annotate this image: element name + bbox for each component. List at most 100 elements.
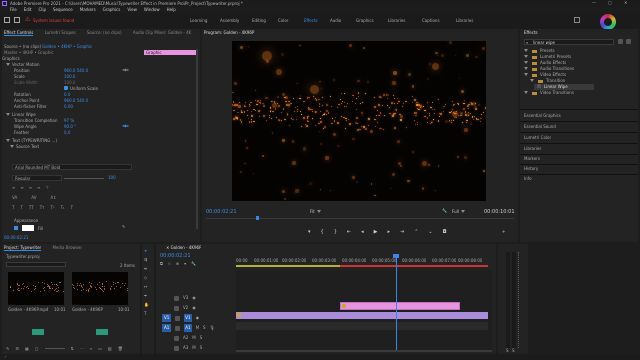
small-caps-icon[interactable]: Tт xyxy=(40,205,45,211)
graphic-clip-strip[interactable]: Graphic xyxy=(144,50,196,55)
play-icon[interactable]: ▶ xyxy=(374,229,378,235)
track-select-tool-icon[interactable]: ⇶ xyxy=(144,257,149,262)
automate-icon[interactable]: ⋯ xyxy=(80,346,84,351)
leading-icon[interactable]: A↕ xyxy=(50,195,56,201)
close-button[interactable]: ✕ xyxy=(624,0,627,5)
text-top-icon[interactable]: ⊤ xyxy=(45,185,48,191)
faux-italic-icon[interactable]: T xyxy=(20,205,22,211)
eyedropper-icon[interactable]: ✎ xyxy=(122,224,125,229)
mark-in-icon[interactable]: { xyxy=(321,229,324,235)
a1-lock-icon[interactable] xyxy=(175,326,181,331)
all-caps-icon[interactable]: TT xyxy=(29,205,34,211)
extract-icon[interactable]: ⌄ xyxy=(428,229,432,235)
v2-eye-icon[interactable]: ◉ xyxy=(192,304,196,312)
feather-value[interactable]: 0.0 xyxy=(64,130,70,135)
workspace-learning[interactable]: Learning xyxy=(190,18,220,23)
icon-view-icon[interactable]: ▦ xyxy=(25,346,29,351)
playhead-line[interactable] xyxy=(396,256,397,352)
underline-icon[interactable]: T xyxy=(71,205,73,211)
video-clip[interactable] xyxy=(236,312,488,319)
project-search-field[interactable] xyxy=(6,262,66,267)
v3-lock-icon[interactable] xyxy=(174,296,179,301)
solo-left-button[interactable]: S xyxy=(506,348,509,353)
tab-media-browser[interactable]: Media Browser xyxy=(52,245,82,250)
font-size-slider[interactable] xyxy=(64,178,104,179)
align-left-icon[interactable]: ≡ xyxy=(12,185,15,191)
kerning-icon[interactable]: AV xyxy=(31,195,36,201)
v1-lock-icon[interactable] xyxy=(175,316,181,321)
track-a3[interactable]: A3 M S xyxy=(160,344,234,352)
step-back-icon[interactable]: ◂ xyxy=(361,229,364,235)
subscript-icon[interactable]: T₁ xyxy=(61,205,65,211)
workspace-graphics[interactable]: Graphics xyxy=(356,18,388,23)
type-tool-icon[interactable]: T xyxy=(144,311,149,316)
transition-completion-value[interactable]: 97 % xyxy=(64,118,74,123)
razor-tool-icon[interactable]: ◇ xyxy=(144,275,149,280)
track-a1[interactable]: A1 A1 M S 🎙 xyxy=(160,324,234,332)
tab-project[interactable]: Project: Typewriter xyxy=(4,245,42,251)
panel-lumetri-color[interactable]: Lumetri Color xyxy=(524,135,551,140)
ripple-edit-tool-icon[interactable]: ⇹ xyxy=(144,266,149,271)
program-playhead[interactable] xyxy=(256,216,259,220)
font-style-select[interactable]: Regular xyxy=(12,175,62,181)
audio-clip[interactable] xyxy=(236,322,488,330)
freeform-view-icon[interactable]: ▢ xyxy=(35,346,39,351)
trash-icon[interactable]: 🗑 xyxy=(118,346,123,351)
effect-controls-scrollbar[interactable] xyxy=(196,49,198,229)
a2-lock-icon[interactable] xyxy=(174,336,179,341)
font-field[interactable]: Arial Rounded MT Bold xyxy=(12,164,132,170)
step-forward-icon[interactable]: ▸ xyxy=(387,229,390,235)
linked-selection-icon[interactable]: ⊕ xyxy=(176,261,179,266)
sequence-selector[interactable]: Golden • 4KHP • Graphic xyxy=(42,44,122,49)
mark-out-icon[interactable]: } xyxy=(334,229,337,235)
panel-history[interactable]: History xyxy=(524,166,538,171)
add-marker-icon[interactable]: ▾ xyxy=(308,229,311,235)
row-linear-wipe[interactable]: Linear Wipe xyxy=(12,112,36,117)
tab-effect-controls[interactable]: Effect Controls xyxy=(4,30,34,36)
row-vector-motion[interactable]: Vector Motion xyxy=(12,62,40,67)
timeline-ruler[interactable]: 00:00 00:00:01:00 00:00:02:00 00:00:03:0… xyxy=(236,252,492,267)
pencil-icon[interactable]: ✎ xyxy=(6,346,9,351)
align-center-icon[interactable]: ≡ xyxy=(20,185,23,191)
scale-width-value[interactable]: 100.0 xyxy=(64,80,75,85)
panel-markers[interactable]: Markers xyxy=(524,156,540,161)
keyframe-transition-icon[interactable]: ◂◆▸ xyxy=(122,123,129,128)
hand-tool-icon[interactable]: ✋ xyxy=(144,302,149,307)
fill-checkbox[interactable] xyxy=(14,226,18,230)
panel-essential-graphics[interactable]: Essential Graphics xyxy=(524,113,561,118)
find-icon[interactable]: ⌕ xyxy=(90,346,92,351)
v1-eye-icon[interactable]: ◉ xyxy=(196,314,200,322)
program-timecode[interactable]: 00:00:02:21 xyxy=(206,209,237,215)
panel-libraries[interactable]: Libraries xyxy=(524,146,541,151)
program-monitor-title[interactable]: Program: Golden - 4K96P xyxy=(204,30,404,35)
keyframe-prev-icon[interactable]: ◂◆▸ xyxy=(122,67,129,72)
accelerated-effects-icon[interactable] xyxy=(618,39,623,44)
go-to-in-icon[interactable]: ⇤ xyxy=(347,229,351,235)
fill-swatch[interactable] xyxy=(22,225,34,231)
track-v2[interactable]: V2 ◉ xyxy=(160,304,234,312)
effects-panel-title[interactable]: Effects xyxy=(524,30,538,35)
a1-source-patch[interactable]: A1 xyxy=(162,324,172,332)
warning-icon[interactable]: ⚠ xyxy=(25,16,30,23)
effect-controls-timecode[interactable]: 00:00:02:21 xyxy=(4,235,28,240)
effects-search-field[interactable]: ⌕ linear wipe xyxy=(524,39,614,45)
a2-mute[interactable]: M xyxy=(192,334,195,342)
antiflicker-value[interactable]: 0.00 xyxy=(64,104,73,109)
font-size-value[interactable]: 100 xyxy=(108,175,116,180)
v2-lock-icon[interactable] xyxy=(174,306,179,311)
nest-icon[interactable]: ⧉ xyxy=(160,261,163,266)
row-text-layer[interactable]: Text (TYPEWRITING ...) xyxy=(12,138,57,143)
new-item-icon[interactable]: ▨ xyxy=(108,346,112,351)
tab-lumetri-scopes[interactable]: Lumetri Scopes xyxy=(45,30,76,35)
a3-solo[interactable]: S xyxy=(200,344,203,352)
panel-essential-sound[interactable]: Essential Sound xyxy=(524,124,556,129)
tab-source[interactable]: Source: (no clips) xyxy=(87,30,122,35)
faux-bold-icon[interactable]: T xyxy=(12,205,14,211)
rotation-value[interactable]: 0.0 xyxy=(64,92,70,97)
add-marker-tl-icon[interactable]: ▾ xyxy=(184,261,186,266)
pen-tool-icon[interactable]: ✒ xyxy=(144,293,149,298)
track-v3[interactable]: V3 ◉ xyxy=(160,294,234,302)
v3-eye-icon[interactable]: ◉ xyxy=(192,294,196,302)
a3-lock-icon[interactable] xyxy=(174,346,179,351)
quality-select[interactable]: Full xyxy=(452,209,474,214)
